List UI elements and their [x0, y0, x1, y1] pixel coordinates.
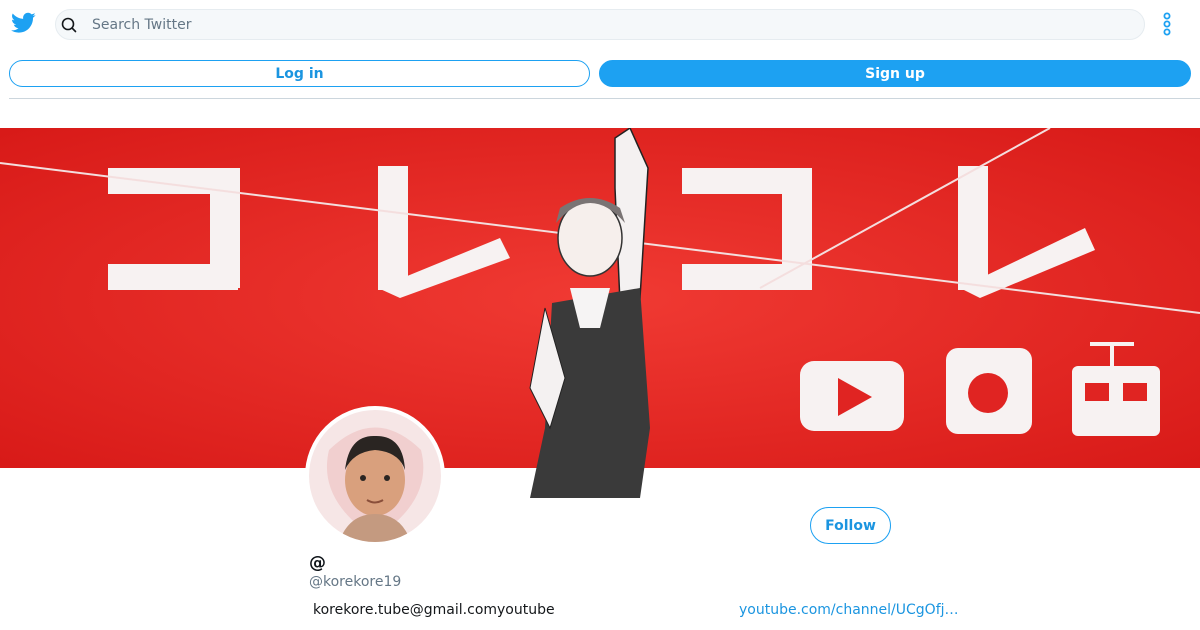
profile-banner[interactable]	[0, 128, 1200, 498]
signup-button[interactable]: Sign up	[599, 60, 1191, 87]
search-bar[interactable]	[55, 9, 1145, 40]
search-icon	[59, 16, 77, 34]
header-divider	[9, 98, 1200, 99]
top-bar	[0, 0, 1200, 50]
search-input[interactable]	[92, 14, 1132, 36]
more-options-icon[interactable]	[1159, 12, 1175, 38]
twitter-logo-icon[interactable]	[11, 12, 36, 34]
profile-bio: korekore.tube@gmail.comyoutube	[313, 602, 555, 618]
login-button[interactable]: Log in	[9, 60, 590, 87]
display-name: @	[309, 553, 326, 573]
user-handle: @korekore19	[309, 574, 402, 590]
profile-avatar[interactable]	[305, 406, 445, 546]
follow-button[interactable]: Follow	[810, 507, 891, 544]
auth-buttons: Log in Sign up	[0, 60, 1200, 88]
profile-website-link[interactable]: youtube.com/channel/UCgOfj…	[739, 602, 959, 618]
